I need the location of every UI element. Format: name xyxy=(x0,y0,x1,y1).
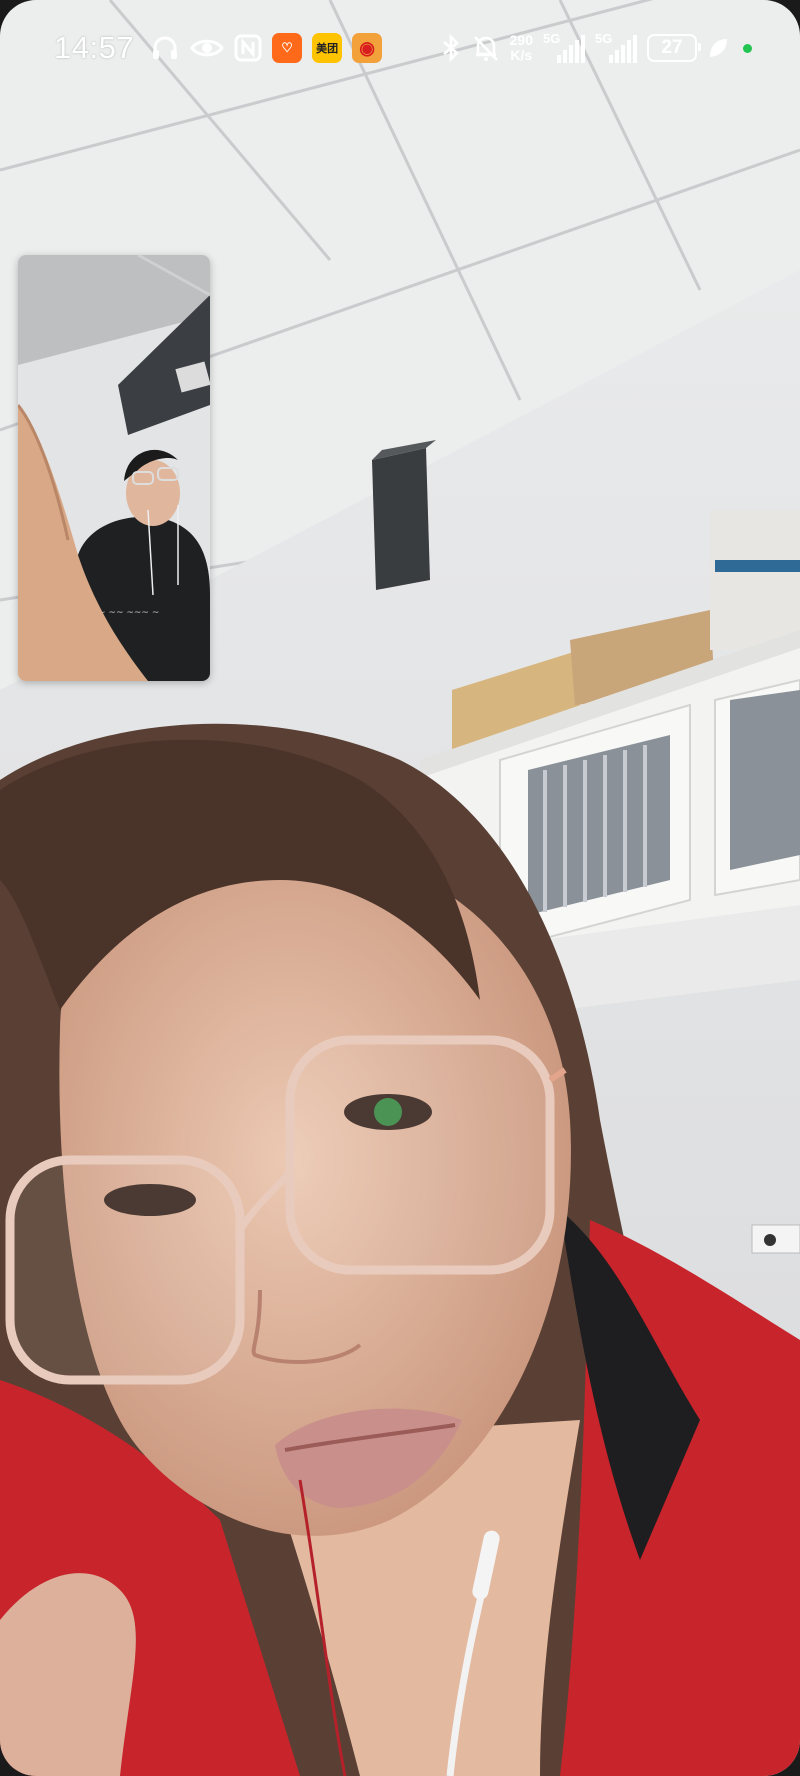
self-preview-window[interactable]: ~ ~~ ~~~ ~ xyxy=(18,255,210,681)
meituan-app-icon: 美团 xyxy=(312,33,343,63)
battery-level: 27 xyxy=(661,37,683,58)
status-bar-right: 290 K/s 5G 5G 27 xyxy=(440,31,752,63)
sim2-signal-icon: 5G xyxy=(595,31,637,63)
status-bar: 14:57 ♡ 美团 ◉ 290 K/s 5G 5G 27 xyxy=(0,0,800,96)
mute-bell-icon xyxy=(472,33,500,63)
network-speed-unit: K/s xyxy=(510,47,533,63)
nfc-icon xyxy=(234,34,262,62)
svg-text:~ ~~ ~~~ ~: ~ ~~ ~~~ ~ xyxy=(98,608,159,618)
bluetooth-icon xyxy=(440,33,462,63)
sim1-network-label: 5G xyxy=(543,31,561,46)
video-call-screen: 14:57 ♡ 美团 ◉ 290 K/s 5G 5G 27 ~ ~~ ~~~ ~ xyxy=(0,0,800,1776)
headphones-icon xyxy=(150,33,180,63)
taobao-app-icon: ♡ xyxy=(272,33,303,63)
network-speed: 290 K/s xyxy=(510,33,533,63)
battery-icon: 27 xyxy=(647,34,701,62)
status-time: 14:57 xyxy=(54,30,135,65)
privacy-indicator-dot xyxy=(743,43,752,53)
sim2-network-label: 5G xyxy=(595,31,613,46)
sim1-signal-icon: 5G xyxy=(543,31,585,63)
weibo-app-icon: ◉ xyxy=(352,33,383,63)
leaf-icon xyxy=(707,36,729,60)
eye-icon xyxy=(190,33,224,63)
status-bar-left: 14:57 ♡ 美团 ◉ xyxy=(54,30,383,66)
network-speed-value: 290 xyxy=(509,32,533,48)
